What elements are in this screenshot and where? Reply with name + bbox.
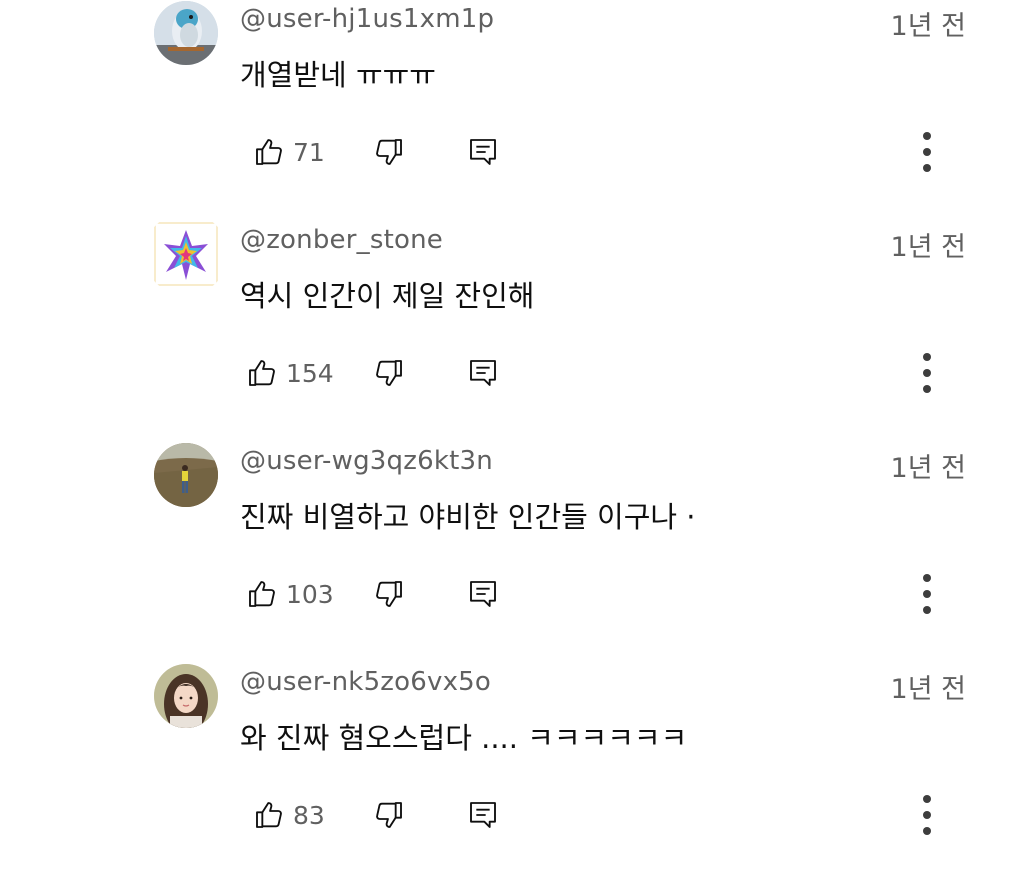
dislike-button[interactable]: [373, 787, 405, 843]
comment-text: 개열받네 ㅠㅠㅠ: [240, 58, 436, 92]
like-count: 154: [286, 358, 334, 388]
comment-author[interactable]: @user-hj1us1xm1p: [240, 4, 494, 34]
comment-timestamp[interactable]: 1년 전: [891, 225, 966, 264]
comment-author[interactable]: @user-nk5zo6vx5o: [240, 667, 491, 697]
like-count: 71: [293, 137, 325, 167]
reply-icon: [467, 136, 499, 168]
more-vertical-icon: [921, 572, 933, 616]
dislike-button[interactable]: [373, 345, 405, 401]
comment-item: @zonber_stone 1년 전 역시 인간이 제일 잔인해 154: [0, 218, 1024, 439]
thumb-down-icon: [373, 357, 405, 389]
avatar[interactable]: [154, 1, 218, 65]
comment-author[interactable]: @zonber_stone: [240, 225, 443, 255]
comment-author[interactable]: @user-wg3qz6kt3n: [240, 446, 493, 476]
comment-actions: 154: [0, 345, 1024, 401]
more-vertical-icon: [921, 130, 933, 174]
more-actions-button[interactable]: [910, 124, 944, 180]
comment-actions: 83: [0, 787, 1024, 843]
dislike-button[interactable]: [373, 566, 405, 622]
comment-item: @user-hj1us1xm1p 1년 전 개열받네 ㅠㅠㅠ 71: [0, 0, 1024, 218]
thumb-down-icon: [373, 578, 405, 610]
comment-item: @user-wg3qz6kt3n 1년 전 진짜 비열하고 야비한 인간들 이구…: [0, 439, 1024, 660]
avatar[interactable]: [154, 443, 218, 507]
reply-icon: [467, 799, 499, 831]
more-actions-button[interactable]: [910, 787, 944, 843]
comment-actions: 103: [0, 566, 1024, 622]
like-button[interactable]: 154: [246, 345, 334, 401]
dislike-button[interactable]: [373, 124, 405, 180]
comment-text: 진짜 비열하고 야비한 인간들 이구나 ·: [240, 500, 696, 534]
comment-timestamp[interactable]: 1년 전: [891, 4, 966, 43]
more-actions-button[interactable]: [910, 566, 944, 622]
thumb-up-icon: [246, 357, 278, 389]
like-count: 103: [286, 579, 334, 609]
like-button[interactable]: 71: [253, 124, 325, 180]
reply-button[interactable]: [467, 345, 499, 401]
thumb-up-icon: [253, 799, 285, 831]
like-button[interactable]: 103: [246, 566, 334, 622]
avatar[interactable]: [154, 664, 218, 728]
reply-icon: [467, 357, 499, 389]
thumb-down-icon: [373, 136, 405, 168]
thumb-up-icon: [246, 578, 278, 610]
reply-button[interactable]: [467, 124, 499, 180]
comment-item: @user-nk5zo6vx5o 1년 전 와 진짜 혐오스럽다 .... ㅋㅋ…: [0, 660, 1024, 881]
comment-actions: 71: [0, 124, 1024, 180]
comment-timestamp[interactable]: 1년 전: [891, 446, 966, 485]
avatar[interactable]: [154, 222, 218, 286]
thumb-up-icon: [253, 136, 285, 168]
reply-icon: [467, 578, 499, 610]
comment-text: 역시 인간이 제일 잔인해: [240, 279, 535, 313]
more-actions-button[interactable]: [910, 345, 944, 401]
more-vertical-icon: [921, 351, 933, 395]
like-count: 83: [293, 800, 325, 830]
reply-button[interactable]: [467, 566, 499, 622]
comment-text: 와 진짜 혐오스럽다 .... ㅋㅋㅋㅋㅋㅋ: [240, 721, 688, 755]
like-button[interactable]: 83: [253, 787, 325, 843]
more-vertical-icon: [921, 793, 933, 837]
thumb-down-icon: [373, 799, 405, 831]
reply-button[interactable]: [467, 787, 499, 843]
comment-timestamp[interactable]: 1년 전: [891, 667, 966, 706]
